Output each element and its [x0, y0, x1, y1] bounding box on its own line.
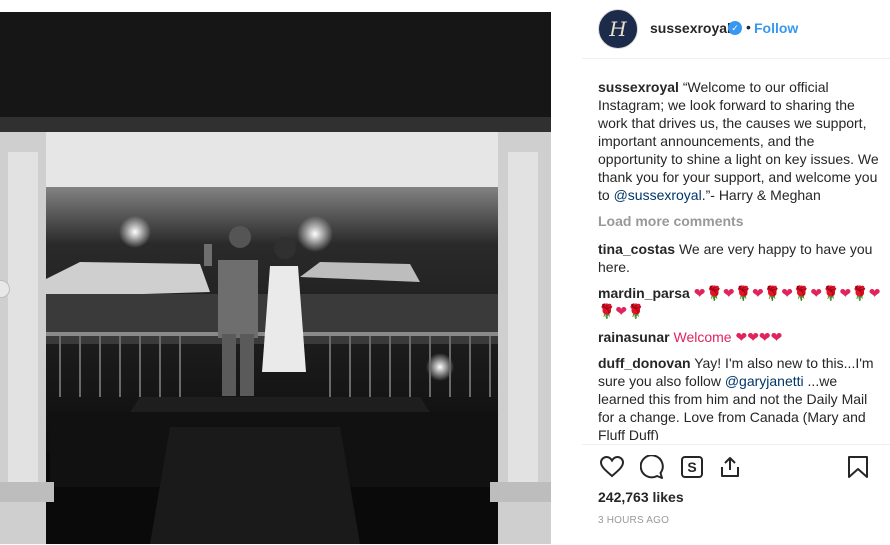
- post-sidebar: H sussexroyal ✓ • Follow sussexroyal “We…: [582, 0, 890, 545]
- header-username[interactable]: sussexroyal: [650, 20, 731, 36]
- comment-text: Welcome ❤❤❤❤: [673, 329, 783, 345]
- follow-button[interactable]: Follow: [754, 20, 798, 36]
- comment-item: mardin_parsa ❤🌹❤🌹❤🌹❤🌹❤🌹❤🌹❤🌹❤🌹: [598, 284, 882, 320]
- comment-icon[interactable]: [638, 453, 666, 481]
- verified-icon: ✓: [728, 21, 742, 35]
- heart-icon[interactable]: [598, 453, 626, 481]
- comment-item: duff_donovan Yay! I'm also new to this..…: [598, 354, 882, 440]
- comment-mention[interactable]: @garyjanetti: [725, 373, 804, 389]
- caption-end: .”- Harry & Meghan: [701, 187, 821, 203]
- caption-username[interactable]: sussexroyal: [598, 79, 679, 95]
- likes-count[interactable]: 242,763 likes: [598, 489, 684, 505]
- instagram-post: H sussexroyal ✓ • Follow sussexroyal “We…: [0, 0, 890, 545]
- load-more-comments-button[interactable]: Load more comments: [598, 212, 882, 230]
- comment-username[interactable]: mardin_parsa: [598, 285, 690, 301]
- photo-scene: [0, 12, 551, 544]
- avatar-monogram: H: [609, 17, 627, 41]
- comment-item: tina_costas We are very happy to have yo…: [598, 240, 882, 276]
- share-icon[interactable]: S: [678, 453, 706, 481]
- caption-text: “Welcome to our official Instagram; we l…: [598, 79, 879, 203]
- action-bar: S: [598, 453, 878, 483]
- save-icon[interactable]: [844, 453, 872, 481]
- caption: sussexroyal “Welcome to our official Ins…: [598, 78, 882, 204]
- header-separator: •: [746, 19, 751, 35]
- comment-item: rainasunar Welcome ❤❤❤❤: [598, 328, 882, 346]
- svg-text:S: S: [687, 459, 696, 475]
- comment-username[interactable]: duff_donovan: [598, 355, 691, 371]
- actions-divider: [582, 444, 890, 445]
- post-timestamp[interactable]: 3 HOURS AGO: [598, 515, 669, 526]
- comment-username[interactable]: tina_costas: [598, 241, 675, 257]
- post-header: H sussexroyal ✓ • Follow: [582, 0, 890, 58]
- post-photo[interactable]: [0, 12, 551, 544]
- upload-icon[interactable]: [716, 453, 744, 481]
- comment-username[interactable]: rainasunar: [598, 329, 670, 345]
- caption-mention[interactable]: @sussexroyal: [614, 187, 702, 203]
- comments-list: sussexroyal “Welcome to our official Ins…: [598, 78, 882, 440]
- avatar[interactable]: H: [598, 9, 638, 49]
- header-divider: [582, 58, 890, 59]
